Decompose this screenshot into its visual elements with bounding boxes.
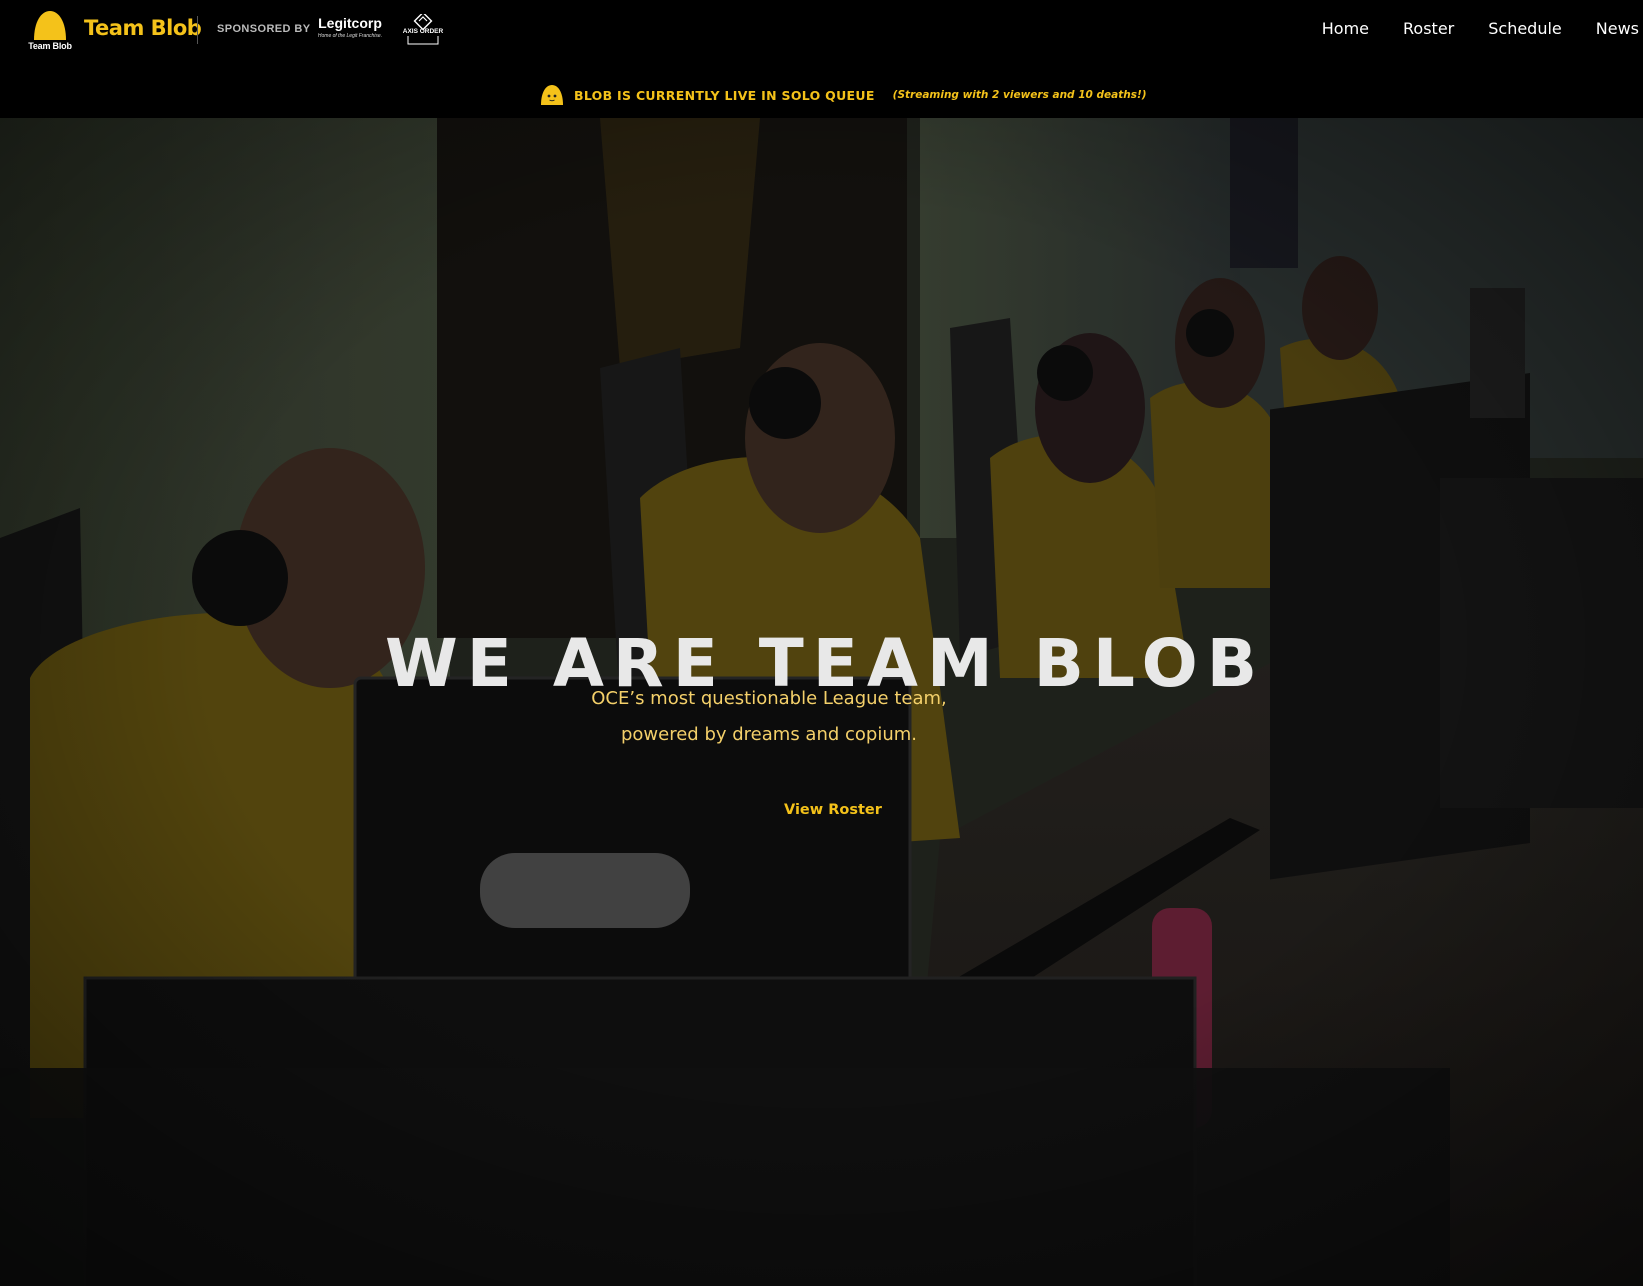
sponsored-by-label: SPONSORED BY <box>217 23 311 35</box>
live-status-text: BLOB IS CURRENTLY LIVE IN SOLO QUEUE <box>574 87 875 103</box>
brand-name[interactable]: Team Blob <box>84 16 202 40</box>
legitcorp-tagline: Home of the Legit Franchise. <box>317 33 383 39</box>
blob-logo-icon <box>34 11 66 40</box>
logo-wordmark: Team Blob <box>28 41 72 51</box>
top-navigation: Team Blob Team Blob SPONSORED BY Legitco… <box>0 0 1643 62</box>
live-status-banner[interactable]: BLOB IS CURRENTLY LIVE IN SOLO QUEUE (St… <box>0 62 1643 118</box>
hero-subtitle-line-1: OCE’s most questionable League team, <box>591 688 947 709</box>
live-stream-stats: (Streaming with 2 viewers and 10 deaths!… <box>892 89 1147 101</box>
nav-news[interactable]: News <box>1596 19 1639 38</box>
main-menu: Home Roster Schedule News <box>1288 19 1643 38</box>
nav-home[interactable]: Home <box>1322 19 1369 38</box>
view-roster-button[interactable]: View Roster <box>784 802 882 818</box>
hero-subtitle: OCE’s most questionable League team, pow… <box>0 681 1538 753</box>
legitcorp-name: Legitcorp <box>318 15 382 31</box>
blob-face-icon <box>541 85 563 105</box>
nav-divider <box>197 16 198 44</box>
team-blob-logo[interactable]: Team Blob <box>26 10 74 52</box>
sponsor-legitcorp-logo[interactable]: Legitcorp Home of the Legit Franchise. <box>314 15 386 39</box>
nav-schedule[interactable]: Schedule <box>1488 19 1562 38</box>
sponsor-axis-order-logo[interactable]: AXIS ORDER <box>400 11 446 46</box>
axis-order-name: AXIS ORDER <box>402 28 444 35</box>
hero-subtitle-line-2: powered by dreams and copium. <box>620 724 917 745</box>
live-status-content: BLOB IS CURRENTLY LIVE IN SOLO QUEUE (St… <box>540 84 1147 106</box>
nav-roster[interactable]: Roster <box>1403 19 1454 38</box>
hero-section: WE ARE TEAM BLOB OCE’s most questionable… <box>0 118 1643 1286</box>
